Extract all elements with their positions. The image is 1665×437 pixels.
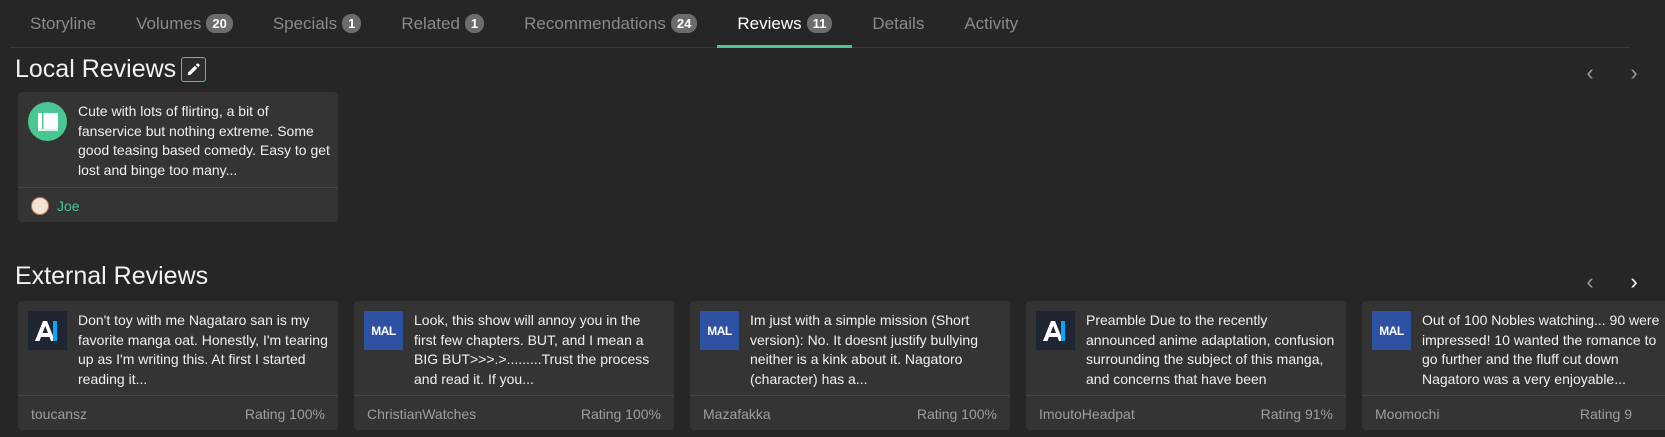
local-prev-arrow-icon[interactable]: ‹: [1578, 60, 1602, 85]
myanimelist-logo-icon: MAL: [364, 311, 403, 350]
count-badge: 24: [670, 14, 698, 33]
review-text: Preamble Due to the recently announced a…: [1086, 312, 1335, 387]
review-text: Look, this show will annoy you in the fi…: [414, 312, 650, 387]
review-footer: Joe: [18, 187, 338, 222]
review-footer: ChristianWatches Rating 100%: [354, 395, 674, 430]
book-icon: [28, 102, 67, 141]
local-next-arrow-icon[interactable]: ›: [1622, 60, 1646, 85]
review-text: Don't toy with me Nagataro san is my fav…: [78, 312, 328, 387]
edit-review-button[interactable]: [181, 57, 207, 82]
tab-bar: Storyline Volumes 20 Specials 1 Related 1 R…: [10, 0, 1630, 48]
review-text: Cute with lots of flirting, a bit of fan…: [78, 103, 330, 178]
review-user: Mazafakka: [703, 405, 771, 422]
external-review-card[interactable]: MAL Look, this show will annoy you in th…: [354, 301, 674, 430]
count-badge: 1: [464, 14, 485, 33]
external-reviews-heading: External Reviews: [15, 262, 209, 290]
review-user: Moomochi: [1375, 405, 1440, 422]
review-user: toucansz: [31, 405, 88, 422]
local-review-card[interactable]: Cute with lots of flirting, a bit of fan…: [18, 92, 338, 222]
external-review-card[interactable]: MAL Im just with a simple mission (Short…: [690, 301, 1010, 430]
tab-details[interactable]: Details: [852, 0, 944, 47]
tab-specials[interactable]: Specials 1: [253, 0, 382, 47]
tab-activity[interactable]: Activity: [944, 0, 1038, 47]
review-rating: Rating 100%: [916, 405, 997, 422]
anilist-logo-icon: [28, 311, 67, 350]
tab-volumes[interactable]: Volumes 20: [116, 0, 253, 47]
avatar: [31, 196, 49, 215]
tab-reviews[interactable]: Reviews 11: [717, 0, 853, 48]
review-footer: ImoutoHeadpat Rating 91%: [1026, 395, 1346, 430]
count-badge: 1: [342, 14, 362, 33]
review-user: ChristianWatches: [367, 405, 477, 422]
review-rating: Rating 9: [1579, 405, 1632, 422]
external-next-arrow-icon[interactable]: ›: [1622, 269, 1646, 294]
tab-recommendations[interactable]: Recommendations 24: [504, 0, 717, 47]
myanimelist-logo-icon: MAL: [1372, 311, 1411, 350]
review-user-link[interactable]: Joe: [57, 198, 80, 214]
external-review-card[interactable]: Preamble Due to the recently announced a…: [1026, 301, 1346, 430]
tab-storyline[interactable]: Storyline: [10, 0, 116, 47]
tab-related[interactable]: Related 1: [381, 0, 504, 47]
review-footer: toucansz Rating 100%: [18, 395, 338, 430]
count-badge: 11: [806, 14, 833, 33]
local-reviews-heading: Local Reviews: [15, 55, 207, 84]
review-user: ImoutoHeadpat: [1039, 405, 1135, 422]
external-prev-arrow-icon[interactable]: ‹: [1578, 269, 1602, 294]
review-footer: Moomochi Rating 9: [1362, 395, 1665, 430]
external-review-card[interactable]: Don't toy with me Nagataro san is my fav…: [18, 301, 338, 430]
myanimelist-logo-icon: MAL: [700, 311, 739, 350]
review-rating: Rating 100%: [244, 405, 325, 422]
review-rating: Rating 100%: [580, 405, 661, 422]
review-rating: Rating 91%: [1260, 405, 1333, 422]
review-footer: Mazafakka Rating 100%: [690, 395, 1010, 430]
count-badge: 20: [206, 14, 233, 33]
pencil-icon: [188, 63, 200, 76]
review-text: Im just with a simple mission (Short ver…: [750, 312, 978, 387]
anilist-logo-icon: [1036, 311, 1075, 350]
review-text: Out of 100 Nobles watching... 90 were im…: [1422, 312, 1660, 387]
external-review-card[interactable]: MAL Out of 100 Nobles watching... 90 wer…: [1362, 301, 1665, 430]
